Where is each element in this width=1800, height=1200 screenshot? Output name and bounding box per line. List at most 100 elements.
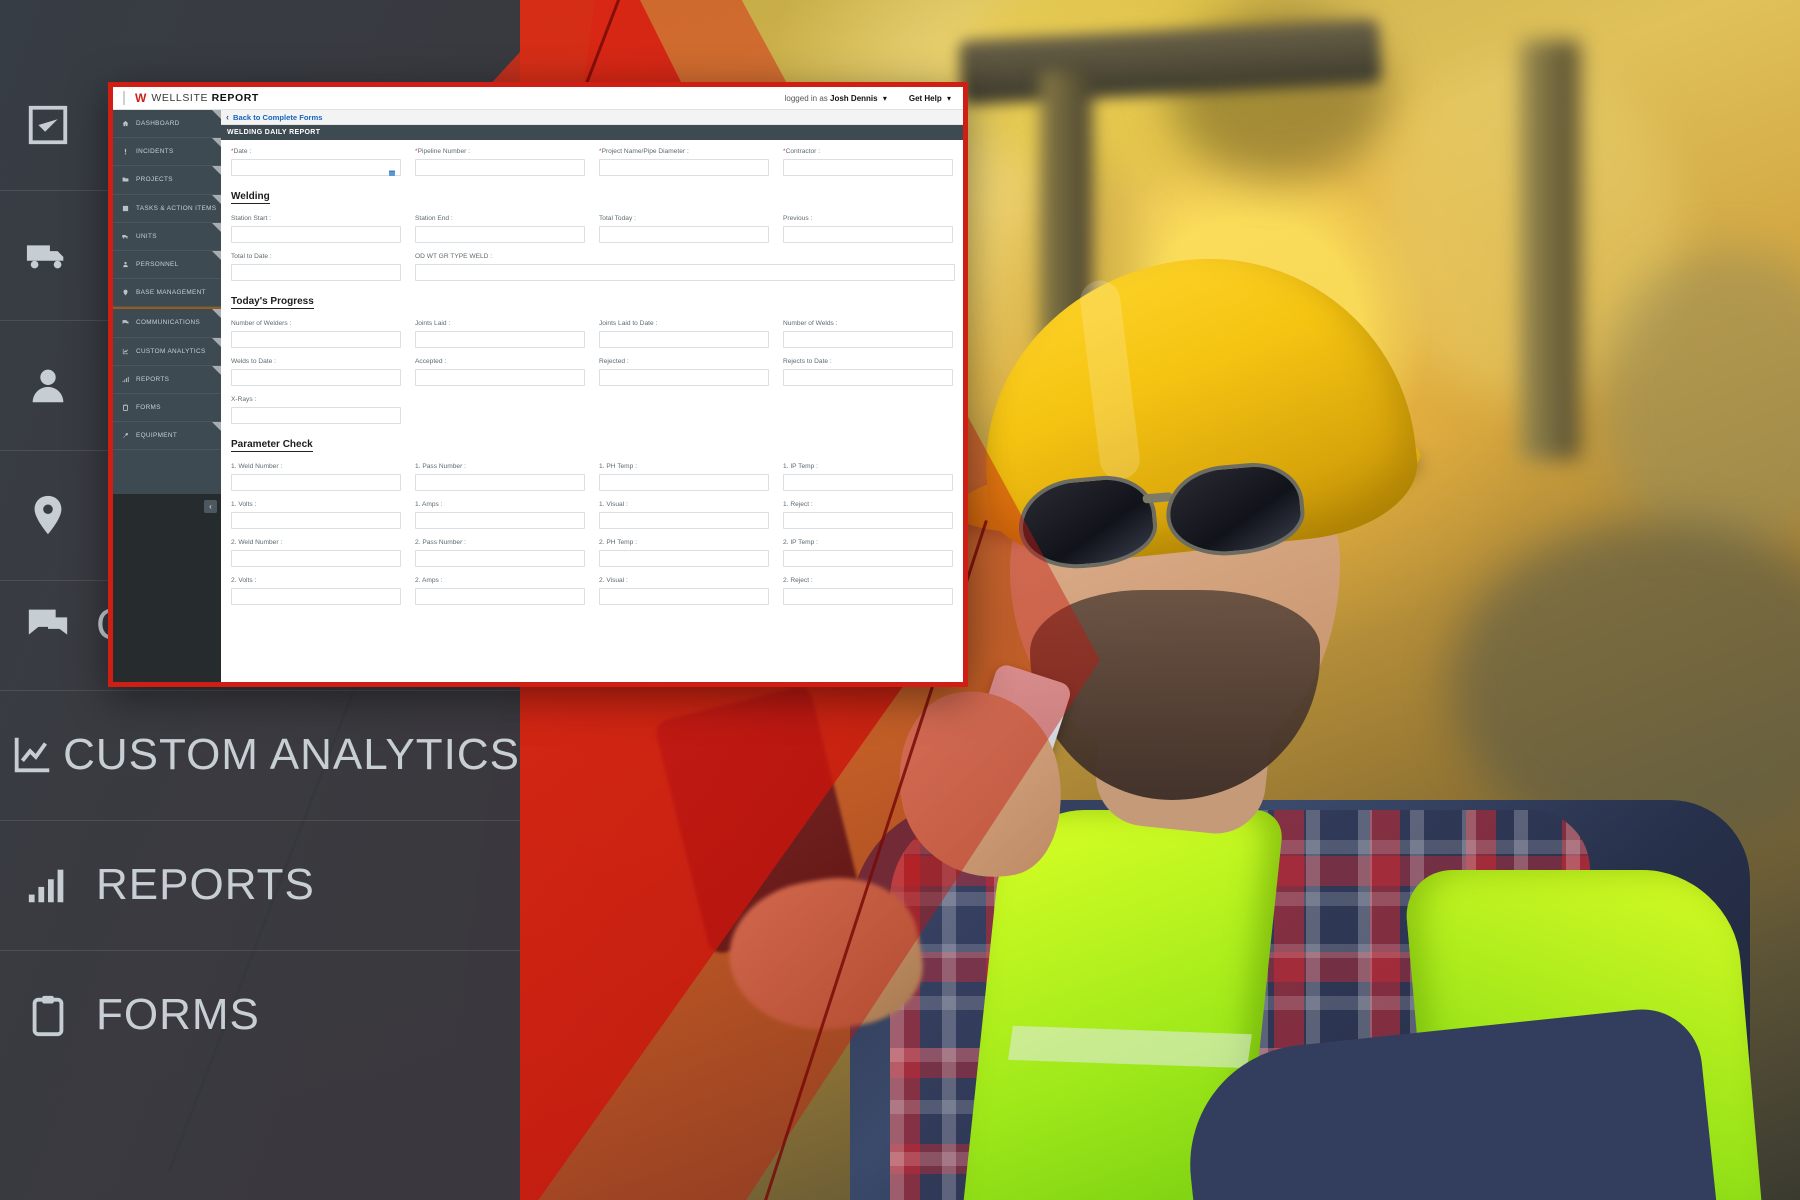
x-rays-input[interactable]: [231, 407, 401, 424]
sidebar-item-label: REPORTS: [136, 375, 170, 383]
map-pin-icon: [0, 492, 96, 538]
top-bar-right: logged in as Josh Dennis ▾ Get Help ▾: [785, 94, 955, 103]
field-joints-laid: Joints Laid :: [415, 320, 585, 348]
total-today-input[interactable]: [599, 226, 769, 243]
visual-1-input[interactable]: [599, 512, 769, 529]
amps-1-input[interactable]: [415, 512, 585, 529]
sidebar-item-personnel[interactable]: PERSONNEL: [113, 250, 221, 280]
form-title-bar: WELDING DAILY REPORT: [221, 125, 963, 140]
field-label: X-Rays :: [231, 396, 257, 403]
main-content: ‹ Back to Complete Forms WELDING DAILY R…: [221, 110, 963, 682]
volts-1-input[interactable]: [231, 512, 401, 529]
bar-chart-icon: [121, 376, 130, 383]
field-label: 1. Amps :: [415, 501, 443, 508]
field-1-weld-number: 1. Weld Number :: [231, 463, 401, 491]
station-end-input[interactable]: [415, 226, 585, 243]
corner-fold: [212, 422, 221, 432]
field-2-pass-number: 2. Pass Number :: [415, 539, 585, 567]
sidebar-item-custom-analytics[interactable]: CUSTOM ANALYTICS: [113, 337, 221, 366]
ph-temp-1-input[interactable]: [599, 474, 769, 491]
field-rejects-to-date: Rejects to Date :: [783, 358, 953, 386]
od-wt-gr-type-weld-input[interactable]: [415, 264, 955, 281]
sidebar-item-reports[interactable]: REPORTS: [113, 365, 221, 394]
field-1-ph-temp: 1. PH Temp :: [599, 463, 769, 491]
reject-1-input[interactable]: [783, 512, 953, 529]
sidebar-item-dashboard[interactable]: DASHBOARD: [113, 110, 221, 139]
weld-number-2-input[interactable]: [231, 550, 401, 567]
pass-number-1-input[interactable]: [415, 474, 585, 491]
field-2-volts: 2. Volts :: [231, 577, 401, 605]
field-od-wt-gr-type-weld: OD WT GR TYPE WELD :: [415, 253, 955, 281]
sidebar-item-label: UNITS: [136, 232, 157, 240]
bg-nav-item-reports[interactable]: REPORTS: [0, 820, 520, 951]
reject-2-input[interactable]: [783, 588, 953, 605]
bg-nav-item-custom-analytics[interactable]: CUSTOM ANALYTICS: [0, 690, 520, 821]
project-name-input[interactable]: [599, 159, 769, 176]
field-number-of-welds: Number of Welds :: [783, 320, 953, 348]
sidebar-item-base-management[interactable]: BASE MANAGEMENT: [113, 279, 221, 308]
sidebar-collapse-button[interactable]: ‹: [204, 500, 217, 513]
field-label: Rejects to Date :: [783, 358, 832, 365]
sidebar-item-forms[interactable]: FORMS: [113, 394, 221, 423]
chevron-down-icon: ▾: [946, 93, 951, 103]
welds-to-date-input[interactable]: [231, 369, 401, 386]
field-pipeline-number: *Pipeline Number :: [415, 148, 585, 176]
field-label: Accepted :: [415, 358, 447, 365]
weld-number-1-input[interactable]: [231, 474, 401, 491]
bg-nav-label: REPORTS: [96, 860, 315, 909]
corner-fold: [212, 309, 221, 319]
bg-nav-item-forms[interactable]: FORMS: [0, 950, 520, 1080]
ip-temp-1-input[interactable]: [783, 474, 953, 491]
rejects-to-date-input[interactable]: [783, 369, 953, 386]
field-label: *Contractor :: [783, 148, 821, 155]
app-top-bar: W WELLSITE REPORT logged in as Josh Denn…: [113, 87, 963, 110]
corner-fold: [212, 166, 221, 176]
field-label: Total to Date :: [231, 253, 272, 260]
clipboard-icon: [121, 404, 130, 411]
section-title-welding: Welding: [231, 191, 270, 204]
total-to-date-input[interactable]: [231, 264, 401, 281]
accepted-input[interactable]: [415, 369, 585, 386]
field-label: Station End :: [415, 215, 453, 222]
ph-temp-2-input[interactable]: [599, 550, 769, 567]
calendar-icon[interactable]: [388, 164, 396, 176]
sidebar-item-communications[interactable]: COMMUNICATIONS: [113, 309, 221, 338]
line-chart-icon: [121, 348, 130, 355]
field-label: *Project Name/Pipe Diameter :: [599, 148, 689, 155]
parameter-check-row-4: 2. Volts : 2. Amps : 2. Visual : 2. Reje…: [231, 577, 953, 615]
sidebar-item-units[interactable]: UNITS: [113, 222, 221, 251]
rejected-input[interactable]: [599, 369, 769, 386]
number-of-welders-input[interactable]: [231, 331, 401, 348]
pipeline-number-input[interactable]: [415, 159, 585, 176]
amps-2-input[interactable]: [415, 588, 585, 605]
number-of-welds-input[interactable]: [783, 331, 953, 348]
station-start-input[interactable]: [231, 226, 401, 243]
header-field-row: *Date : *Pipeline Number : *Project Name…: [231, 148, 953, 186]
map-pin-icon: [121, 289, 130, 296]
joints-laid-input[interactable]: [415, 331, 585, 348]
sidebar-item-projects[interactable]: PROJECTS: [113, 166, 221, 195]
contractor-input[interactable]: [783, 159, 953, 176]
sidebar-item-tasks-action-items[interactable]: TASKS & ACTION ITEMS: [113, 194, 221, 223]
ip-temp-2-input[interactable]: [783, 550, 953, 567]
sidebar-item-equipment[interactable]: EQUIPMENT: [113, 422, 221, 451]
visual-2-input[interactable]: [599, 588, 769, 605]
sidebar-item-incidents[interactable]: INCIDENTS: [113, 138, 221, 167]
joints-laid-to-date-input[interactable]: [599, 331, 769, 348]
field-label: *Date :: [231, 148, 252, 155]
parameter-check-row-2: 1. Volts : 1. Amps : 1. Visual : 1. Reje…: [231, 501, 953, 539]
sidebar-empty-area: [113, 494, 221, 682]
get-help-menu[interactable]: Get Help ▾: [909, 94, 951, 103]
field-joints-laid-to-date: Joints Laid to Date :: [599, 320, 769, 348]
date-input[interactable]: [231, 159, 401, 176]
brand-logo[interactable]: W WELLSITE REPORT: [123, 91, 259, 105]
field-total-to-date: Total to Date :: [231, 253, 401, 281]
volts-2-input[interactable]: [231, 588, 401, 605]
previous-input[interactable]: [783, 226, 953, 243]
home-icon: [121, 120, 130, 127]
logged-in-menu[interactable]: logged in as Josh Dennis ▾: [785, 94, 887, 103]
truck-icon: [121, 233, 130, 240]
back-to-complete-forms-link[interactable]: Back to Complete Forms: [233, 113, 322, 122]
pass-number-2-input[interactable]: [415, 550, 585, 567]
folder-icon: [121, 176, 130, 183]
